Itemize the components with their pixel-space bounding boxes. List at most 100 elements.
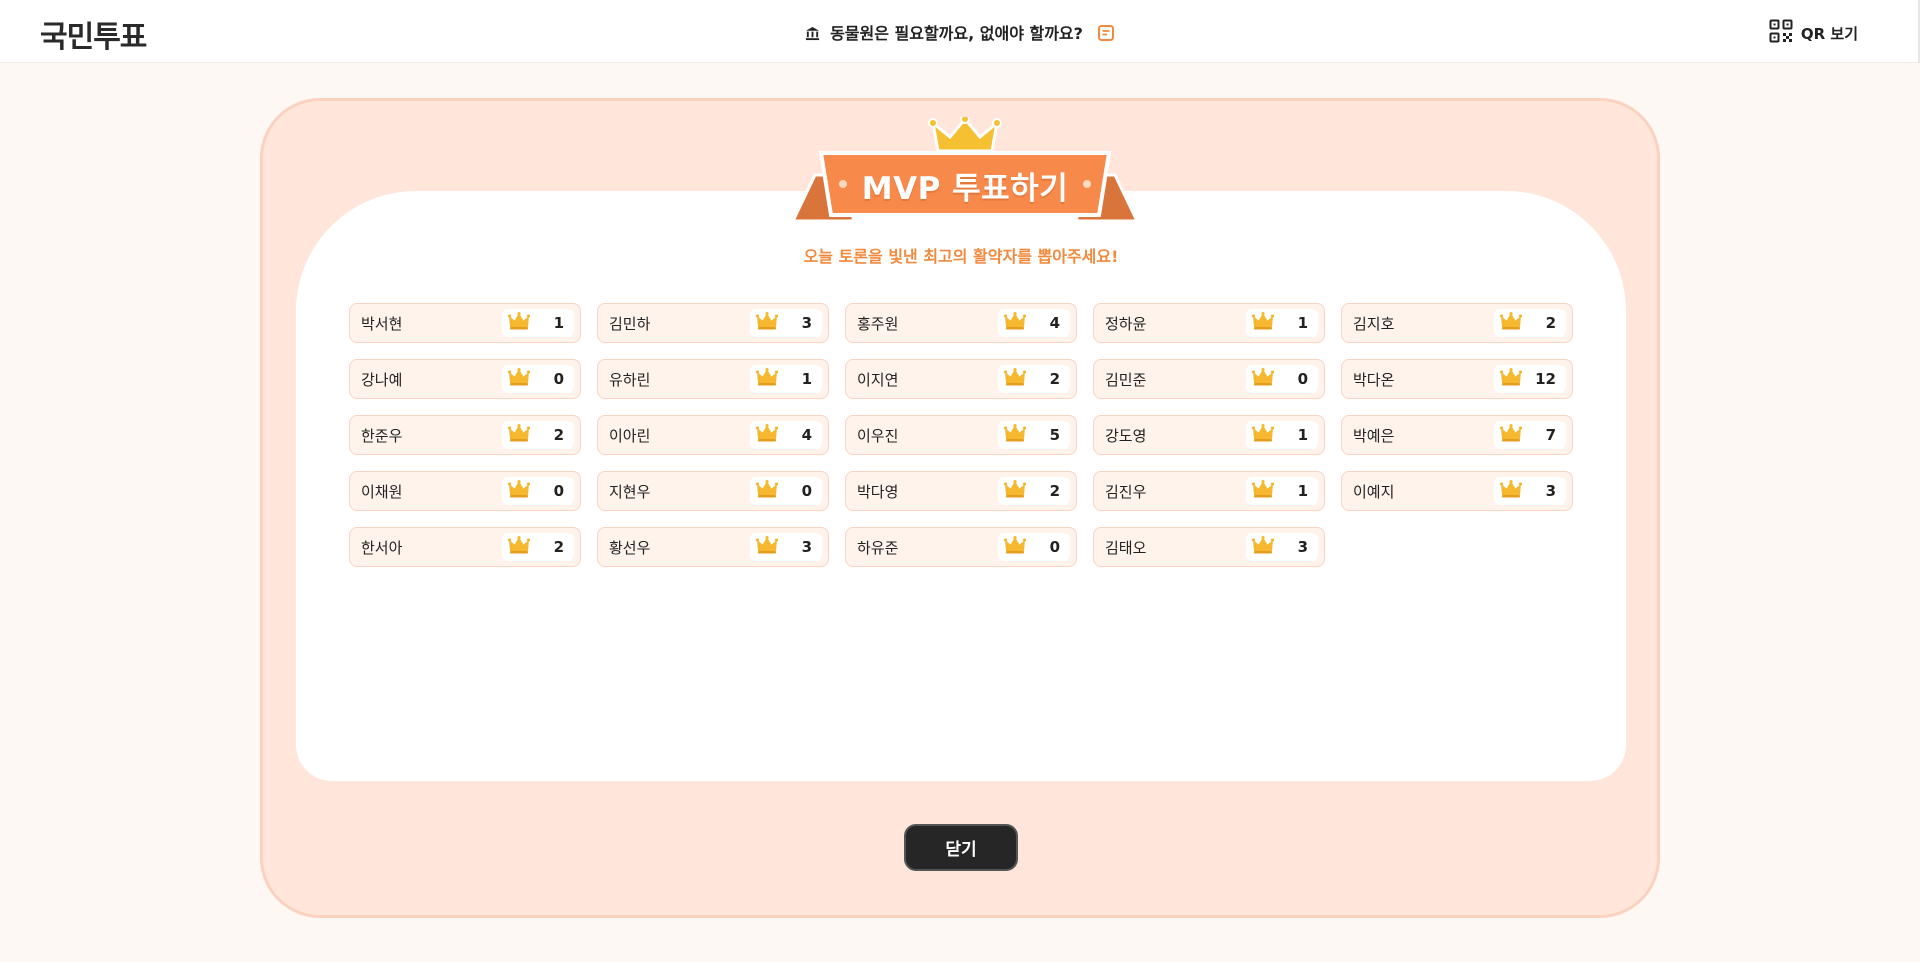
debate-topic: 동물원은 필요할까요, 없애야 할까요? [0, 20, 1920, 46]
close-button[interactable]: 닫기 [904, 824, 1018, 871]
title-ribbon: MVP 투표하기 [785, 114, 1145, 227]
candidate-card[interactable]: 한서아 2 [349, 527, 581, 567]
vote-count-pill: 0 [1246, 365, 1318, 393]
candidate-name: 박예은 [1353, 426, 1395, 445]
crown-icon [1003, 424, 1027, 446]
candidate-name: 하유준 [857, 538, 899, 557]
candidate-name: 황선우 [609, 538, 651, 557]
vote-count-pill: 0 [502, 477, 574, 505]
vote-count-pill: 4 [998, 309, 1070, 337]
candidate-card[interactable]: 박서현 1 [349, 303, 581, 343]
crown-icon [1251, 424, 1275, 446]
vote-count: 2 [1049, 482, 1060, 500]
vote-count: 3 [1545, 482, 1556, 500]
candidate-grid: 박서현 1 김민하 3 홍주원 4 정하윤 1 김지호 2 강나예 0 유하린 1 이지연 2 김민준 0 박다온 1… [349, 303, 1573, 567]
vote-count-pill: 2 [998, 477, 1070, 505]
candidate-card[interactable]: 유하린 1 [597, 359, 829, 399]
vote-count-pill: 0 [998, 533, 1070, 561]
candidate-card[interactable]: 지현우 0 [597, 471, 829, 511]
vote-panel: 오늘 토론을 빛낸 최고의 활약자를 뽑아주세요! 박서현 1 김민하 3 홍주원 4 정하… [296, 191, 1626, 781]
vote-count-pill: 0 [750, 477, 822, 505]
vote-count-pill: 3 [1494, 477, 1566, 505]
vote-count-pill: 12 [1494, 365, 1566, 393]
candidate-card[interactable]: 정하윤 1 [1093, 303, 1325, 343]
vote-count-pill: 4 [750, 421, 822, 449]
vote-count: 4 [1049, 314, 1060, 332]
vote-count-pill: 1 [750, 365, 822, 393]
crown-icon [1003, 312, 1027, 334]
candidate-name: 지현우 [609, 482, 651, 501]
candidate-name: 한서아 [361, 538, 403, 557]
candidate-name: 정하윤 [1105, 314, 1147, 333]
vote-count: 2 [1545, 314, 1556, 332]
crown-icon [1003, 480, 1027, 502]
candidate-name: 박다온 [1353, 370, 1395, 389]
crown-icon [755, 536, 779, 558]
vote-count-pill: 3 [750, 309, 822, 337]
candidate-name: 한준우 [361, 426, 403, 445]
candidate-card[interactable]: 김민하 3 [597, 303, 829, 343]
crown-icon [1499, 424, 1523, 446]
candidate-card[interactable]: 한준우 2 [349, 415, 581, 455]
vote-count: 1 [553, 314, 564, 332]
candidate-card[interactable]: 이아린 4 [597, 415, 829, 455]
crown-icon [1003, 536, 1027, 558]
candidate-card[interactable]: 하유준 0 [845, 527, 1077, 567]
candidate-name: 이채원 [361, 482, 403, 501]
qr-code-icon [1769, 19, 1793, 47]
crown-icon [1251, 536, 1275, 558]
candidate-card[interactable]: 홍주원 4 [845, 303, 1077, 343]
candidate-card[interactable]: 이채원 0 [349, 471, 581, 511]
modal-subtitle: 오늘 토론을 빛낸 최고의 활약자를 뽑아주세요! [803, 247, 1119, 266]
candidate-name: 이우진 [857, 426, 899, 445]
crown-icon [928, 114, 1002, 153]
vote-count: 0 [553, 482, 564, 500]
candidate-card[interactable]: 박다온 12 [1341, 359, 1573, 399]
vote-count: 4 [801, 426, 812, 444]
topic-text: 동물원은 필요할까요, 없애야 할까요? [830, 24, 1083, 43]
vote-count: 2 [553, 538, 564, 556]
candidate-name: 박서현 [361, 314, 403, 333]
vote-count-pill: 1 [1246, 477, 1318, 505]
candidate-name: 유하린 [609, 370, 651, 389]
crown-icon [1251, 312, 1275, 334]
candidate-card[interactable]: 강도영 1 [1093, 415, 1325, 455]
vote-count-pill: 7 [1494, 421, 1566, 449]
candidate-card[interactable]: 김태오 3 [1093, 527, 1325, 567]
candidate-card[interactable]: 박예은 7 [1341, 415, 1573, 455]
vote-count-pill: 1 [502, 309, 574, 337]
vote-count: 3 [1297, 538, 1308, 556]
memo-icon[interactable] [1097, 24, 1115, 46]
bank-icon [805, 26, 820, 45]
vote-count-pill: 2 [502, 533, 574, 561]
vote-count: 3 [801, 314, 812, 332]
candidate-card[interactable]: 김지호 2 [1341, 303, 1573, 343]
crown-icon [755, 368, 779, 390]
candidate-card[interactable]: 박다영 2 [845, 471, 1077, 511]
candidate-name: 이지연 [857, 370, 899, 389]
candidate-card[interactable]: 강나예 0 [349, 359, 581, 399]
qr-view-button[interactable]: QR 보기 [1769, 19, 1858, 47]
vote-count-pill: 5 [998, 421, 1070, 449]
vote-count: 7 [1545, 426, 1556, 444]
candidate-card[interactable]: 황선우 3 [597, 527, 829, 567]
crown-icon [1251, 368, 1275, 390]
candidate-card[interactable]: 김민준 0 [1093, 359, 1325, 399]
vote-count-pill: 3 [750, 533, 822, 561]
candidate-name: 이예지 [1353, 482, 1395, 501]
candidate-card[interactable]: 이예지 3 [1341, 471, 1573, 511]
vote-count-pill: 1 [1246, 309, 1318, 337]
candidate-card[interactable]: 이우진 5 [845, 415, 1077, 455]
crown-icon [507, 424, 531, 446]
candidate-card[interactable]: 이지연 2 [845, 359, 1077, 399]
vote-count: 0 [1049, 538, 1060, 556]
candidate-name: 김태오 [1105, 538, 1147, 557]
candidate-card[interactable]: 김진우 1 [1093, 471, 1325, 511]
candidate-name: 이아린 [609, 426, 651, 445]
candidate-name: 김민준 [1105, 370, 1147, 389]
vote-count-pill: 1 [1246, 421, 1318, 449]
qr-view-label: QR 보기 [1800, 24, 1858, 43]
crown-icon [507, 368, 531, 390]
candidate-name: 강도영 [1105, 426, 1147, 445]
crown-icon [755, 424, 779, 446]
